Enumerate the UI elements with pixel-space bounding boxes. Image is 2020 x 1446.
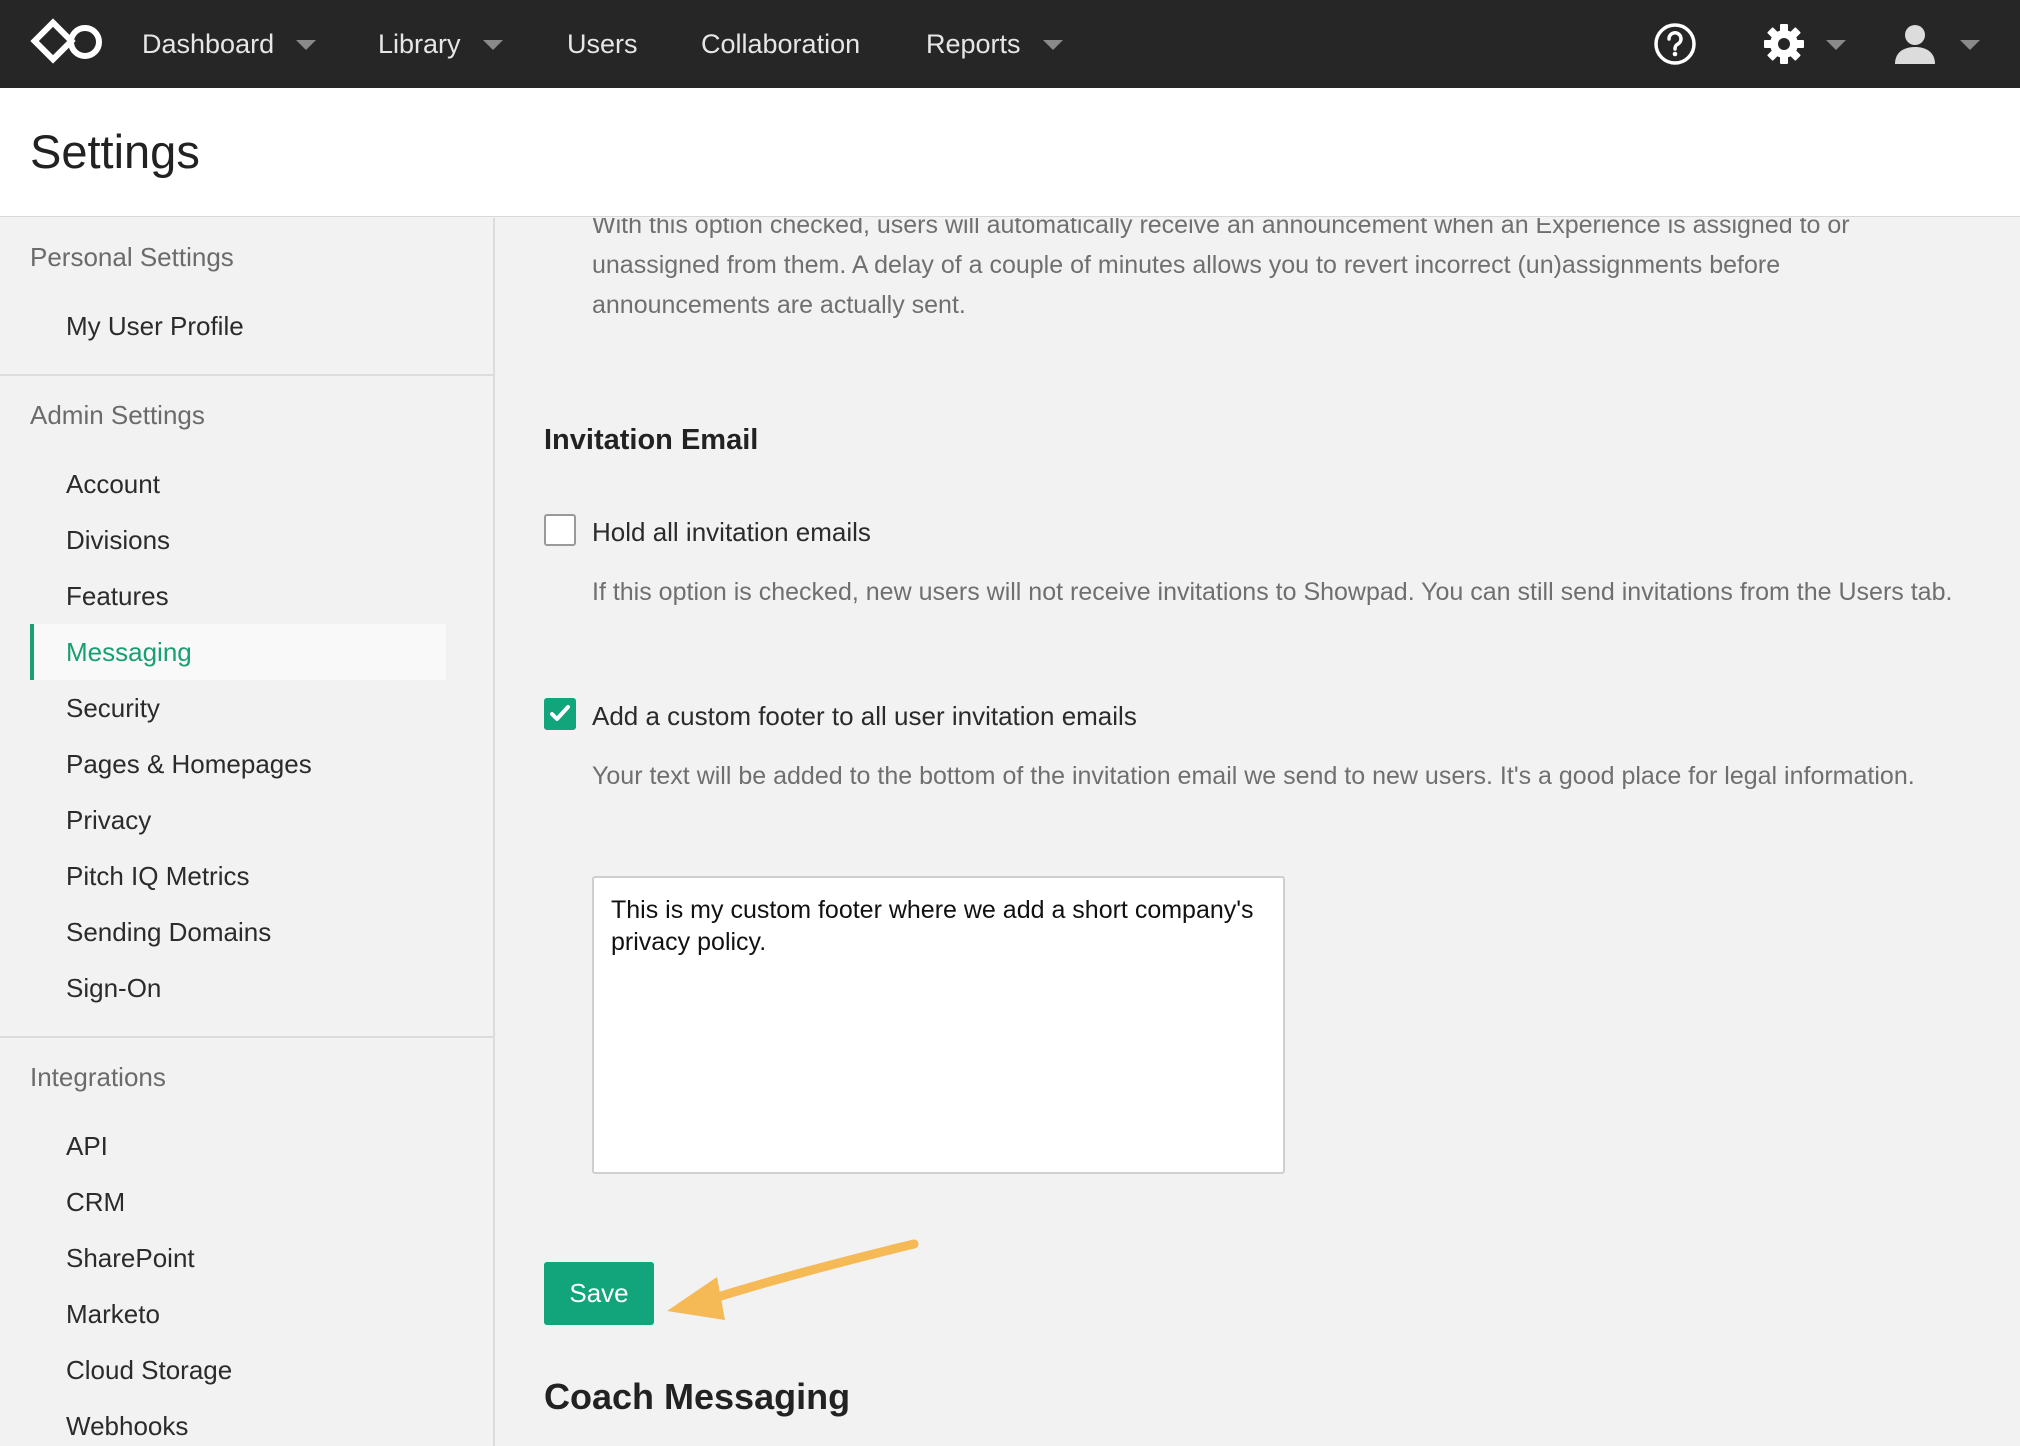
announcement-description: With this option checked, users will aut… — [592, 218, 1850, 319]
custom-footer-label[interactable]: Add a custom footer to all user invitati… — [592, 701, 1137, 732]
nav-collaboration[interactable]: Collaboration — [701, 0, 860, 88]
hold-invitations-label[interactable]: Hold all invitation emails — [592, 517, 871, 548]
sidebar-item-my-user-profile[interactable]: My User Profile — [30, 298, 446, 354]
invitation-email-heading: Invitation Email — [544, 424, 759, 456]
sidebar-item-features[interactable]: Features — [30, 568, 446, 624]
help-icon — [1654, 23, 1696, 65]
sidebar-divider — [0, 374, 493, 376]
nav-dashboard-label: Dashboard — [142, 28, 275, 59]
sidebar-group-admin-settings: Admin Settings — [30, 400, 205, 430]
main-content: With this option checked, users will aut… — [497, 218, 2020, 1446]
sidebar-item-pages-homepages[interactable]: Pages & Homepages — [30, 736, 446, 792]
gear-icon — [1764, 24, 1804, 64]
arrow-annotation-icon — [667, 1239, 919, 1320]
sidebar-item-api[interactable]: API — [30, 1118, 446, 1174]
nav-library[interactable]: Library — [378, 0, 503, 88]
chevron-down-icon — [482, 40, 503, 50]
chevron-down-icon — [1042, 40, 1063, 50]
sidebar-item-security[interactable]: Security — [30, 680, 446, 736]
hold-invitations-checkbox[interactable] — [544, 514, 576, 546]
custom-footer-description: Your text will be added to the bottom of… — [592, 762, 1915, 790]
sidebar-divider — [0, 1036, 493, 1038]
checkmark-icon — [550, 705, 570, 721]
settings-button[interactable] — [1762, 0, 1846, 88]
nav-collaboration-label: Collaboration — [701, 28, 861, 59]
coach-messaging-heading: Coach Messaging — [544, 1376, 851, 1417]
sidebar-item-messaging[interactable]: Messaging — [30, 624, 446, 680]
page-title: Settings — [30, 125, 200, 178]
logo-icon[interactable] — [30, 18, 110, 66]
save-button[interactable]: Save — [544, 1262, 654, 1325]
sidebar-item-sign-on[interactable]: Sign-On — [30, 960, 446, 1016]
settings-sidebar: Personal Settings My User Profile Admin … — [0, 218, 495, 1446]
nav-users-label: Users — [567, 28, 638, 59]
sidebar-item-crm[interactable]: CRM — [30, 1174, 446, 1230]
sidebar-item-privacy[interactable]: Privacy — [30, 792, 446, 848]
help-button[interactable] — [1653, 0, 1697, 88]
sidebar-item-marketo[interactable]: Marketo — [30, 1286, 446, 1342]
nav-reports[interactable]: Reports — [926, 0, 1063, 88]
nav-users[interactable]: Users — [567, 0, 638, 88]
sidebar-group-integrations: Integrations — [30, 1062, 166, 1092]
sidebar-group-personal-settings: Personal Settings — [30, 242, 234, 272]
sidebar-item-account[interactable]: Account — [30, 456, 446, 512]
nav-library-label: Library — [378, 28, 461, 59]
sidebar-item-divisions[interactable]: Divisions — [30, 512, 446, 568]
user-menu-button[interactable] — [1892, 0, 1980, 88]
sidebar-item-pitch-iq-metrics[interactable]: Pitch IQ Metrics — [30, 848, 446, 904]
user-icon — [1895, 25, 1935, 64]
custom-footer-checkbox[interactable] — [544, 698, 576, 730]
chevron-down-icon — [296, 40, 317, 50]
hold-invitations-description: If this option is checked, new users wil… — [592, 578, 1953, 606]
chevron-down-icon — [1826, 40, 1846, 50]
page-header: Settings — [0, 88, 2020, 217]
sidebar-item-cloud-storage[interactable]: Cloud Storage — [30, 1342, 446, 1398]
sidebar-item-sending-domains[interactable]: Sending Domains — [30, 904, 446, 960]
chevron-down-icon — [1960, 40, 1980, 50]
nav-reports-label: Reports — [926, 28, 1021, 59]
custom-footer-textarea[interactable]: This is my custom footer where we add a … — [592, 876, 1285, 1174]
top-navigation-bar: Dashboard Library Users Collaboration Re… — [0, 0, 2020, 88]
nav-dashboard[interactable]: Dashboard — [142, 0, 317, 88]
sidebar-item-webhooks[interactable]: Webhooks — [30, 1398, 446, 1446]
sidebar-item-sharepoint[interactable]: SharePoint — [30, 1230, 446, 1286]
